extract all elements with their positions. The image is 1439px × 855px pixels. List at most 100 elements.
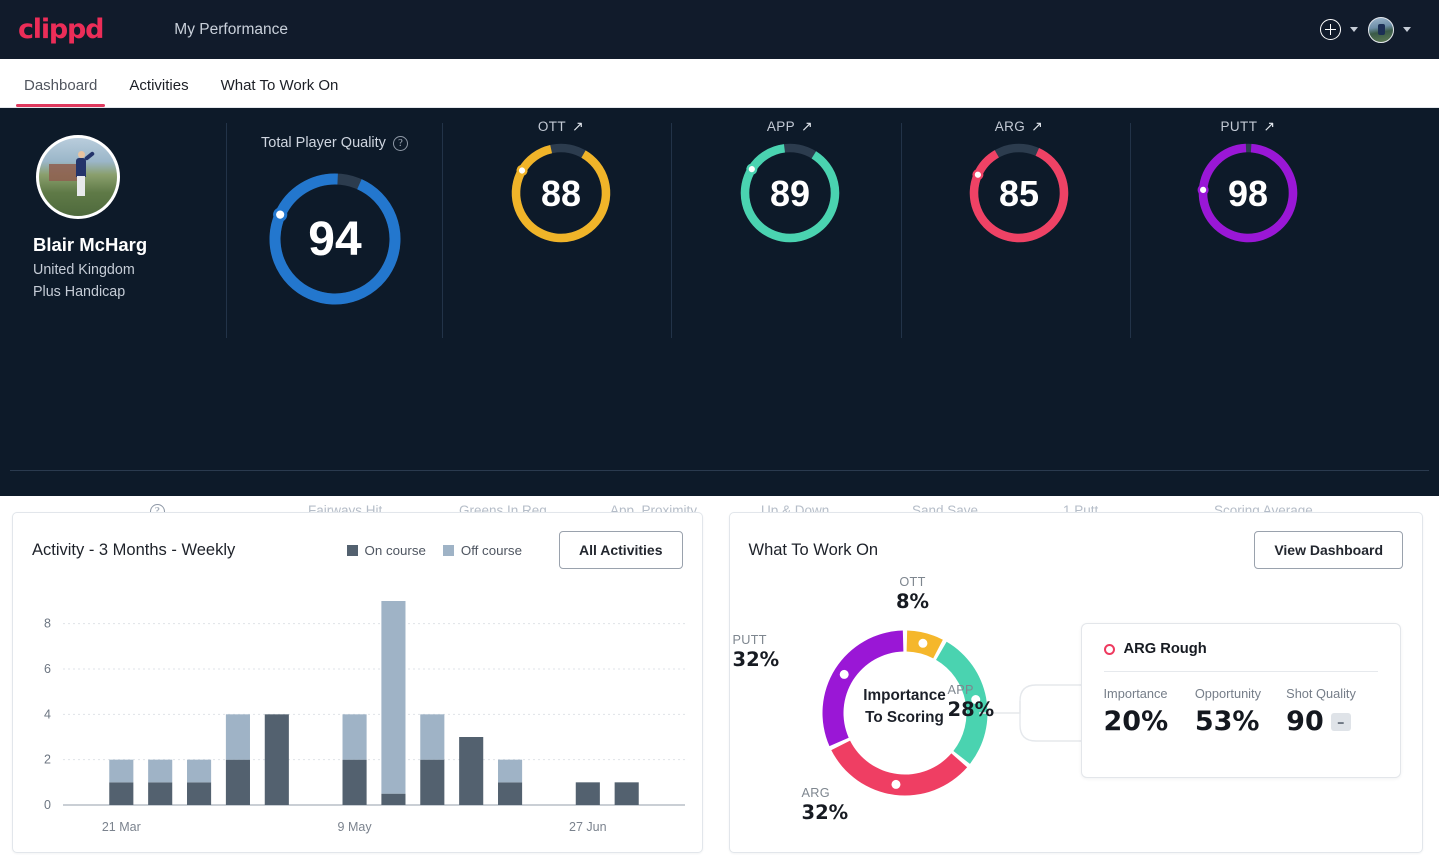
gauge-label-ott: OTT (537, 119, 567, 134)
segment-key-app: APP (947, 683, 974, 697)
gauge-ring-putt: 98 (1195, 140, 1301, 246)
detail-panel-title-row: ARG Rough (1103, 641, 1378, 657)
segment-key-ott: OTT (899, 575, 926, 589)
question-circle-icon[interactable]: ? (392, 135, 408, 151)
segment-key-putt: PUTT (732, 633, 767, 647)
legend-swatch-on-course (346, 544, 358, 556)
segment-value-app: 28% (947, 698, 995, 721)
gauge-label-arg: ARG (994, 119, 1026, 134)
segment-label-arg: ARG 32% (802, 786, 882, 824)
gauge-ring-tpq: 94 (264, 168, 406, 310)
metric-shot-quality: Shot Quality 90 – (1286, 686, 1377, 737)
detail-panel-arg-rough[interactable]: ARG Rough Importance 20% Opportunity 53%… (1080, 623, 1401, 778)
trend-up-icon-arg: ↗ (1031, 118, 1044, 134)
svg-text:8: 8 (44, 617, 51, 631)
divider-app (901, 123, 902, 338)
total-player-quality-label: Total Player Quality ? (261, 135, 408, 151)
all-activities-button[interactable]: All Activities (558, 531, 683, 569)
gauge-value-tpq: 94 (308, 212, 362, 266)
gauge-value-ott: 88 (540, 172, 582, 214)
svg-text:21 Mar: 21 Mar (102, 820, 141, 834)
player-avatar[interactable] (36, 135, 120, 219)
gauge-caption-putt: PUTT ↗ (1195, 118, 1301, 135)
gauges-area: Total Player Quality ? 94 OTT ↗ 88 APP ↗… (226, 108, 1439, 360)
divider-ott (671, 123, 672, 338)
tab-activities[interactable]: Activities (113, 77, 204, 107)
player-handicap: Plus Handicap (33, 284, 126, 300)
gauge-arg[interactable]: ARG ↗ 85 (966, 118, 1072, 251)
activity-card: Activity - 3 Months - Weekly On course O… (12, 512, 703, 853)
view-dashboard-button[interactable]: View Dashboard (1254, 531, 1403, 569)
segment-key-arg: ARG (801, 786, 830, 800)
performance-hero-panel: Blair McHarg United Kingdom Plus Handica… (0, 108, 1439, 559)
gauge-putt[interactable]: PUTT ↗ 98 (1195, 118, 1301, 251)
gauge-value-arg: 85 (998, 172, 1040, 214)
player-profile: Blair McHarg United Kingdom Plus Handica… (0, 108, 226, 360)
metric-value-opportunity: 53% (1194, 706, 1260, 737)
segment-value-putt: 32% (732, 648, 780, 671)
metric-importance: Importance 20% (1104, 686, 1195, 737)
app-logo[interactable]: clippd (18, 14, 105, 45)
trend-up-icon-app: ↗ (801, 118, 814, 134)
gauge-ring-ott: 88 (508, 140, 614, 246)
detail-panel-metrics: Importance 20% Opportunity 53% Shot Qual… (1104, 686, 1378, 737)
gauge-caption-arg: ARG ↗ (966, 118, 1072, 135)
wtwo-card-title: What To Work On (748, 540, 879, 559)
metric-value-importance: 20% (1103, 706, 1169, 737)
gauge-label-app: APP (766, 119, 796, 134)
chevron-down-icon-add[interactable] (1350, 27, 1358, 32)
segment-label-ott: OTT 8% (873, 575, 953, 613)
trend-up-icon-putt: ↗ (1263, 118, 1276, 134)
detail-panel-divider (1103, 671, 1378, 672)
svg-text:9 May: 9 May (338, 820, 373, 834)
tpq-text: Total Player Quality (261, 135, 386, 151)
tab-what-to-work-on[interactable]: What To Work On (205, 77, 355, 107)
legend-swatch-off-course (442, 544, 454, 556)
activity-legend: On course Off course All Activities (346, 531, 683, 569)
ring-marker-icon (1103, 643, 1115, 655)
gauge-app[interactable]: APP ↗ 89 (737, 118, 843, 251)
gauge-label-putt: PUTT (1220, 119, 1258, 134)
plus-circle-icon[interactable] (1320, 19, 1341, 40)
gauge-caption-ott: OTT ↗ (508, 118, 614, 135)
svg-text:4: 4 (44, 707, 51, 721)
metric-label-shot-quality: Shot Quality (1286, 686, 1356, 701)
wtwo-body: Importance To Scoring OTT 8% APP 28% ARG… (730, 575, 1423, 854)
topbar-actions (1320, 16, 1421, 43)
divider-profile (226, 123, 227, 338)
legend-item-off-course: Off course (442, 542, 522, 558)
gauge-total-player-quality[interactable]: 94 (264, 168, 406, 315)
top-navigation-bar: clippd My Performance (0, 0, 1439, 59)
tab-dashboard[interactable]: Dashboard (8, 77, 113, 107)
metric-value-shot-quality: 90 – (1286, 706, 1377, 737)
player-name: Blair McHarg (33, 234, 148, 255)
gauge-value-putt: 98 (1227, 172, 1269, 214)
gauge-ring-app: 89 (737, 140, 843, 246)
wtwo-header-actions: View Dashboard (1254, 531, 1403, 569)
trend-flat-badge: – (1330, 712, 1351, 731)
detail-panel-title: ARG Rough (1123, 641, 1207, 657)
divider-arg (1130, 123, 1131, 338)
hero-divider (10, 470, 1429, 471)
avatar[interactable] (1368, 16, 1394, 43)
chevron-down-icon-profile[interactable] (1403, 27, 1411, 32)
metric-label-opportunity: Opportunity (1194, 686, 1261, 701)
legend-item-on-course: On course (346, 542, 426, 558)
divider-tpq (442, 123, 443, 338)
segment-value-arg: 32% (801, 801, 849, 824)
activity-card-title: Activity - 3 Months - Weekly (32, 540, 236, 559)
legend-label-on-course: On course (364, 542, 426, 558)
svg-text:0: 0 (44, 798, 51, 812)
segment-label-app: APP 28% (948, 683, 1018, 721)
gauge-ott[interactable]: OTT ↗ 88 (508, 118, 614, 251)
nav-section-title[interactable]: My Performance (174, 21, 288, 39)
player-country: United Kingdom (33, 262, 135, 278)
metric-label-importance: Importance (1103, 686, 1168, 701)
trend-up-icon-ott: ↗ (572, 118, 585, 134)
segment-value-ott: 8% (895, 590, 930, 613)
svg-text:2: 2 (44, 753, 51, 767)
segment-label-putt: PUTT 32% (733, 633, 811, 671)
svg-text:6: 6 (44, 662, 51, 676)
svg-text:27 Jun: 27 Jun (569, 820, 607, 834)
legend-label-off-course: Off course (460, 542, 522, 558)
